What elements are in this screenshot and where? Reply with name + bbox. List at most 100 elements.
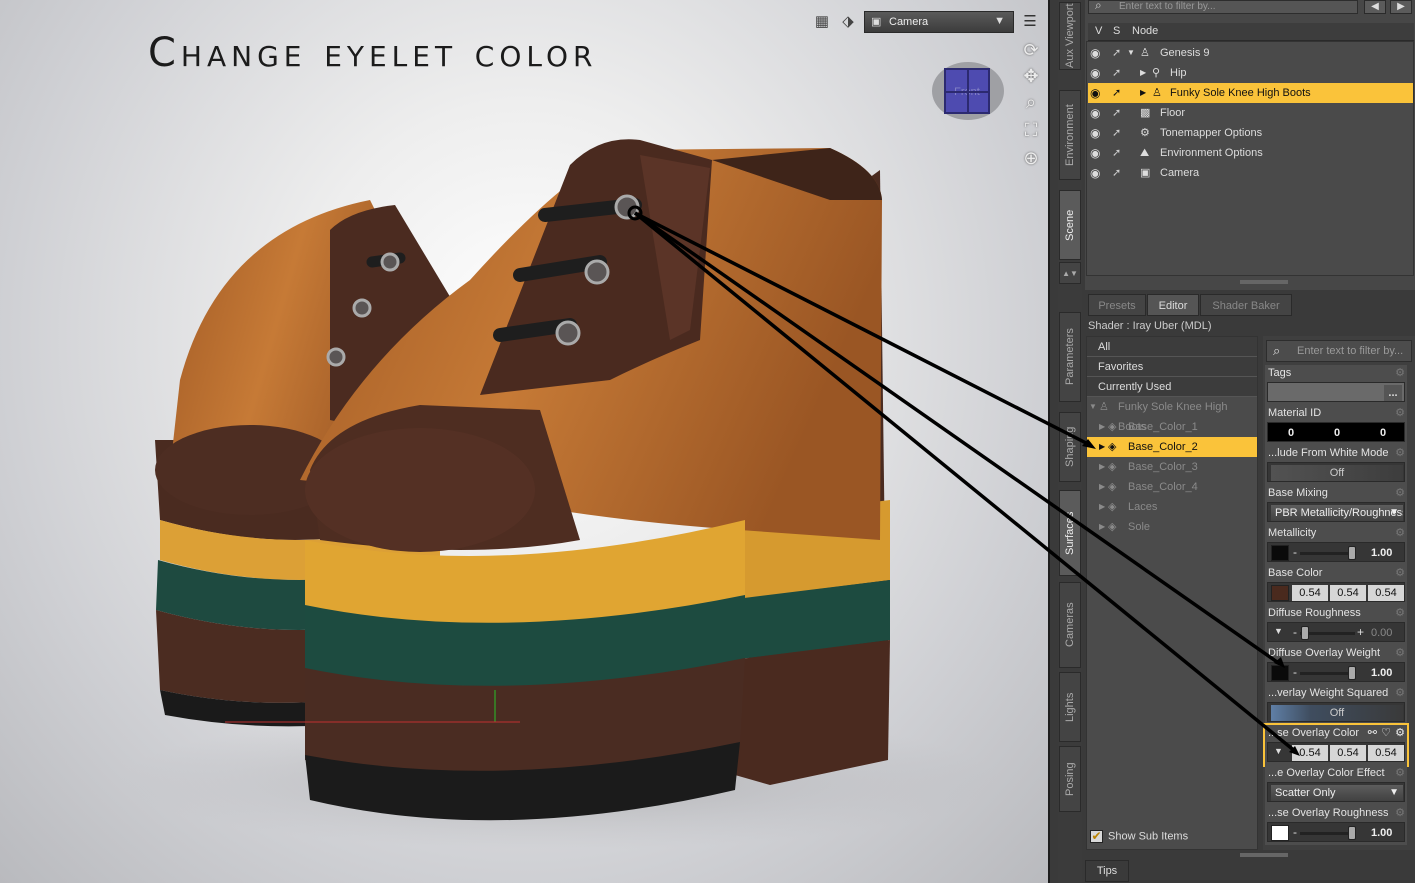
metallicity-slider-handle[interactable] — [1348, 546, 1356, 560]
overlay-weight-map-swatch[interactable] — [1271, 665, 1289, 681]
material-item-selected[interactable]: ▶ ◈ Base_Color_2 — [1087, 437, 1257, 457]
frame-icon[interactable]: ⛶ — [1019, 118, 1043, 142]
material-item[interactable]: ▶ ◈ Base_Color_4 — [1087, 477, 1257, 497]
metallicity-map-swatch[interactable] — [1271, 545, 1289, 561]
cursor-icon[interactable]: ➚ — [1112, 123, 1121, 143]
tab-aux-viewport[interactable]: Aux Viewport — [1059, 2, 1081, 70]
material-item[interactable]: ▶ ◈ Sole — [1087, 517, 1257, 537]
expand-arrow-icon[interactable]: ▶ — [1099, 437, 1105, 457]
metallicity-value[interactable]: 1.00 — [1371, 545, 1392, 561]
gear-icon[interactable]: ⚙ — [1395, 726, 1405, 739]
metallicity-slider[interactable] — [1300, 552, 1355, 555]
col-selectable[interactable]: S — [1113, 25, 1120, 37]
cursor-icon[interactable]: ➚ — [1112, 83, 1121, 103]
base-color-b[interactable]: 0.54 — [1368, 585, 1404, 601]
tab-shader-baker[interactable]: Shader Baker — [1200, 294, 1292, 316]
chevron-down-icon[interactable]: ▼ — [1274, 626, 1283, 636]
minus-icon[interactable]: - — [1293, 665, 1297, 679]
minus-icon[interactable]: - — [1293, 625, 1297, 639]
expand-arrow-icon[interactable]: ▶ — [1140, 63, 1146, 83]
exclude-white-toggle[interactable]: Off — [1271, 465, 1403, 481]
col-node[interactable]: Node — [1132, 25, 1158, 37]
material-item[interactable]: ▶ ◈ Laces — [1087, 497, 1257, 517]
overlay-weight-squared-toggle[interactable]: Off — [1271, 705, 1403, 721]
overlay-color-r[interactable]: 0.54 — [1292, 745, 1328, 761]
tab-shaping[interactable]: Shaping — [1059, 412, 1081, 482]
checkmark-icon[interactable]: ✔ — [1090, 830, 1103, 843]
scene-node-genesis9[interactable]: ◉ ➚ ▼ ♙ Genesis 9 — [1088, 43, 1413, 63]
tab-tips[interactable]: Tips — [1085, 860, 1129, 882]
reset-view-icon[interactable]: ⊕ — [1019, 146, 1043, 170]
gear-icon[interactable]: ⚙ — [1395, 526, 1405, 539]
gear-icon[interactable]: ⚙ — [1395, 766, 1405, 779]
chevron-down-icon[interactable]: ▼ — [1274, 746, 1283, 756]
gear-icon[interactable]: ⚙ — [1395, 686, 1405, 699]
gear-icon[interactable]: ⚙ — [1395, 806, 1405, 819]
scene-node-environment[interactable]: ◉ ➚ ⛰ Environment Options — [1088, 143, 1413, 163]
group-currently-used[interactable]: Currently Used — [1087, 377, 1257, 397]
scene-node-camera[interactable]: ◉ ➚ ▣ Camera — [1088, 163, 1413, 183]
tags-field[interactable]: ... — [1267, 382, 1405, 402]
eye-icon[interactable]: ◉ — [1090, 163, 1100, 183]
expand-arrow-icon[interactable]: ▼ — [1127, 43, 1135, 63]
scene-forward-button[interactable]: ▶ — [1390, 0, 1412, 14]
eye-icon[interactable]: ◉ — [1090, 83, 1100, 103]
scene-node-hip[interactable]: ◉ ➚ ▶ ⚲ Hip — [1088, 63, 1413, 83]
scene-back-button[interactable]: ◀ — [1364, 0, 1386, 14]
cursor-icon[interactable]: ➚ — [1112, 163, 1121, 183]
tab-posing[interactable]: Posing — [1059, 746, 1081, 812]
tab-presets[interactable]: Presets — [1088, 294, 1146, 316]
overlay-roughness-value[interactable]: 1.00 — [1371, 825, 1392, 841]
expand-arrow-icon[interactable]: ▶ — [1099, 517, 1105, 537]
cursor-icon[interactable]: ➚ — [1112, 63, 1121, 83]
tab-parameters[interactable]: Parameters — [1059, 312, 1081, 402]
render-settings-icon[interactable]: ▦ — [812, 12, 832, 32]
material-root[interactable]: ▼ ♙ Funky Sole Knee High Boots — [1087, 397, 1257, 433]
group-all[interactable]: All — [1087, 337, 1257, 357]
col-visible[interactable]: V — [1095, 25, 1102, 37]
viewport-menu-icon[interactable]: ☰ — [1020, 12, 1040, 32]
overlay-weight-slider-handle[interactable] — [1348, 666, 1356, 680]
scene-node-floor[interactable]: ◉ ➚ ▩ Floor — [1088, 103, 1413, 123]
gear-icon[interactable]: ⚙ — [1395, 446, 1405, 459]
orbit-icon[interactable]: ⟳ — [1019, 38, 1043, 62]
camera-select[interactable]: ▣ Camera ▼ — [864, 11, 1014, 33]
tab-editor[interactable]: Editor — [1147, 294, 1199, 316]
overlay-color-effect-select[interactable]: Scatter Only ▼ — [1271, 785, 1403, 801]
pane-splitter[interactable] — [1240, 280, 1288, 284]
expand-arrow-icon[interactable]: ▶ — [1099, 477, 1105, 497]
eye-icon[interactable]: ◉ — [1090, 103, 1100, 123]
tab-cameras[interactable]: Cameras — [1059, 582, 1081, 668]
material-id-g[interactable]: 0 — [1334, 425, 1340, 441]
scene-node-tonemapper[interactable]: ◉ ➚ ⚙ Tonemapper Options — [1088, 123, 1413, 143]
pan-icon[interactable]: ✥ — [1019, 64, 1043, 88]
expand-arrow-icon[interactable]: ▶ — [1099, 457, 1105, 477]
material-item[interactable]: ▶ ◈ Base_Color_1 — [1087, 417, 1257, 437]
gear-icon[interactable]: ⚙ — [1395, 566, 1405, 579]
overlay-roughness-slider-handle[interactable] — [1348, 826, 1356, 840]
group-favorites[interactable]: Favorites — [1087, 357, 1257, 377]
material-id-b[interactable]: 0 — [1380, 425, 1386, 441]
show-sub-items-checkbox[interactable]: ✔ Show Sub Items — [1090, 830, 1188, 843]
expand-arrow-icon[interactable]: ▶ — [1099, 497, 1105, 517]
scene-filter-input[interactable]: ⌕ Enter text to filter by... — [1088, 0, 1358, 14]
scene-collapse-icon[interactable]: ▲▼ — [1059, 262, 1081, 284]
base-color-r[interactable]: 0.54 — [1292, 585, 1328, 601]
gear-icon[interactable]: ⚙ — [1395, 646, 1405, 659]
material-item[interactable]: ▶ ◈ Base_Color_3 — [1087, 457, 1257, 477]
material-id-field[interactable]: 0 0 0 — [1267, 422, 1405, 442]
navigation-cube[interactable]: Front — [932, 62, 1004, 120]
plus-icon[interactable]: + — [1357, 625, 1364, 639]
gear-icon[interactable]: ⚙ — [1395, 366, 1405, 379]
base-mixing-select[interactable]: PBR Metallicity/Roughness ▼ — [1271, 505, 1403, 521]
pane-splitter[interactable] — [1240, 853, 1288, 857]
overlay-weight-slider[interactable] — [1300, 672, 1355, 675]
gear-icon[interactable]: ⚙ — [1395, 406, 1405, 419]
cursor-icon[interactable]: ➚ — [1112, 103, 1121, 123]
material-id-r[interactable]: 0 — [1288, 425, 1294, 441]
cursor-icon[interactable]: ➚ — [1112, 43, 1121, 63]
zoom-icon[interactable]: ⌕ — [1019, 90, 1043, 114]
tab-environment[interactable]: Environment — [1059, 90, 1081, 180]
gear-icon[interactable]: ⚙ — [1395, 486, 1405, 499]
tab-surfaces[interactable]: Surfaces — [1059, 490, 1081, 576]
